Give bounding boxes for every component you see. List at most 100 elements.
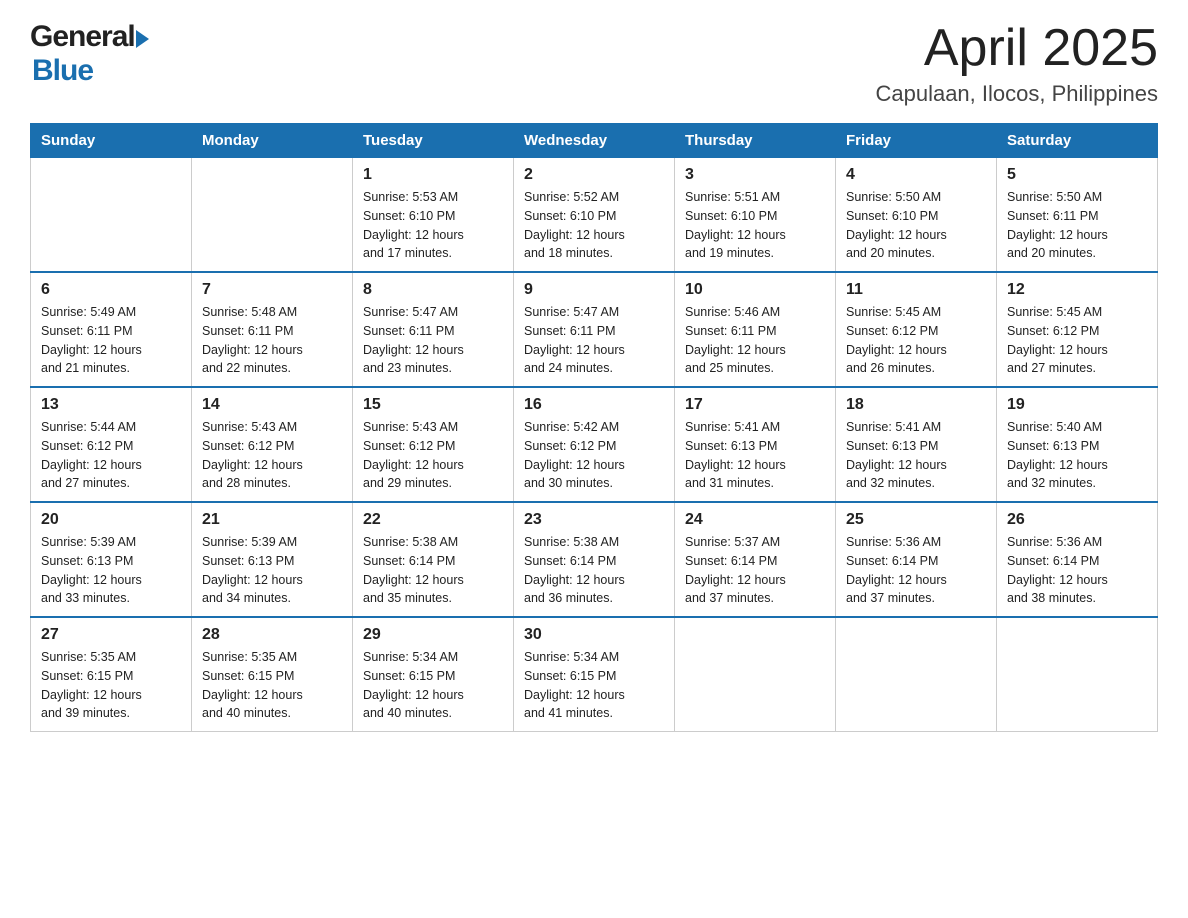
day-info: Sunrise: 5:36 AM Sunset: 6:14 PM Dayligh… bbox=[1007, 533, 1147, 608]
day-number: 22 bbox=[363, 511, 503, 529]
header-sunday: Sunday bbox=[31, 124, 192, 158]
calendar-cell: 11 Sunrise: 5:45 AM Sunset: 6:12 PM Dayli… bbox=[836, 272, 997, 387]
calendar-cell: 4Sunrise: 5:50 AM Sunset: 6:10 PM Daylig… bbox=[836, 158, 997, 273]
page-header: General Blue April 2025 Capulaan, Ilocos… bbox=[30, 20, 1158, 107]
day-info: Sunrise: 5:43 AM Sunset: 6:12 PM Dayligh… bbox=[363, 418, 503, 493]
calendar-cell: 14Sunrise: 5:43 AM Sunset: 6:12 PM Dayli… bbox=[192, 387, 353, 502]
calendar-cell: 20 Sunrise: 5:39 AM Sunset: 6:13 PM Dayli… bbox=[31, 502, 192, 617]
day-number: 9 bbox=[524, 281, 664, 299]
calendar-cell: 8 Sunrise: 5:47 AM Sunset: 6:11 PM Daylig… bbox=[353, 272, 514, 387]
calendar-cell: 13 Sunrise: 5:44 AM Sunset: 6:12 PM Dayli… bbox=[31, 387, 192, 502]
day-number: 28 bbox=[202, 626, 342, 644]
calendar-cell: 23 Sunrise: 5:38 AM Sunset: 6:14 PM Dayli… bbox=[514, 502, 675, 617]
day-info: Sunrise: 5:48 AM Sunset: 6:11 PM Dayligh… bbox=[202, 303, 342, 378]
day-number: 20 bbox=[41, 511, 181, 529]
day-number: 1 bbox=[363, 166, 503, 184]
day-number: 11 bbox=[846, 281, 986, 299]
calendar-week-row: 27 Sunrise: 5:35 AM Sunset: 6:15 PM Dayli… bbox=[31, 617, 1158, 732]
title-section: April 2025 Capulaan, Ilocos, Philippines bbox=[875, 20, 1158, 107]
day-info: Sunrise: 5:39 AM Sunset: 6:13 PM Dayligh… bbox=[202, 533, 342, 608]
day-info: Sunrise: 5:35 AM Sunset: 6:15 PM Dayligh… bbox=[202, 648, 342, 723]
day-number: 14 bbox=[202, 396, 342, 414]
day-number: 13 bbox=[41, 396, 181, 414]
logo-blue-text: Blue bbox=[32, 54, 93, 87]
day-info: Sunrise: 5:42 AM Sunset: 6:12 PM Dayligh… bbox=[524, 418, 664, 493]
day-number: 8 bbox=[363, 281, 503, 299]
calendar-cell: 6 Sunrise: 5:49 AM Sunset: 6:11 PM Daylig… bbox=[31, 272, 192, 387]
calendar-cell: 29Sunrise: 5:34 AM Sunset: 6:15 PM Dayli… bbox=[353, 617, 514, 732]
calendar-cell: 25Sunrise: 5:36 AM Sunset: 6:14 PM Dayli… bbox=[836, 502, 997, 617]
calendar-cell: 24Sunrise: 5:37 AM Sunset: 6:14 PM Dayli… bbox=[675, 502, 836, 617]
day-info: Sunrise: 5:53 AM Sunset: 6:10 PM Dayligh… bbox=[363, 188, 503, 263]
day-number: 23 bbox=[524, 511, 664, 529]
calendar-cell: 15 Sunrise: 5:43 AM Sunset: 6:12 PM Dayli… bbox=[353, 387, 514, 502]
calendar-cell: 27 Sunrise: 5:35 AM Sunset: 6:15 PM Dayli… bbox=[31, 617, 192, 732]
day-number: 26 bbox=[1007, 511, 1147, 529]
header-saturday: Saturday bbox=[997, 124, 1158, 158]
day-info: Sunrise: 5:44 AM Sunset: 6:12 PM Dayligh… bbox=[41, 418, 181, 493]
calendar-cell: 22 Sunrise: 5:38 AM Sunset: 6:14 PM Dayli… bbox=[353, 502, 514, 617]
calendar-cell: 28 Sunrise: 5:35 AM Sunset: 6:15 PM Dayli… bbox=[192, 617, 353, 732]
header-monday: Monday bbox=[192, 124, 353, 158]
day-info: Sunrise: 5:50 AM Sunset: 6:11 PM Dayligh… bbox=[1007, 188, 1147, 263]
day-info: Sunrise: 5:41 AM Sunset: 6:13 PM Dayligh… bbox=[685, 418, 825, 493]
calendar-cell: 7 Sunrise: 5:48 AM Sunset: 6:11 PM Daylig… bbox=[192, 272, 353, 387]
day-info: Sunrise: 5:45 AM Sunset: 6:12 PM Dayligh… bbox=[1007, 303, 1147, 378]
day-info: Sunrise: 5:46 AM Sunset: 6:11 PM Dayligh… bbox=[685, 303, 825, 378]
calendar-table: Sunday Monday Tuesday Wednesday Thursday… bbox=[30, 123, 1158, 732]
header-thursday: Thursday bbox=[675, 124, 836, 158]
calendar-cell bbox=[997, 617, 1158, 732]
day-number: 25 bbox=[846, 511, 986, 529]
day-number: 18 bbox=[846, 396, 986, 414]
day-number: 6 bbox=[41, 281, 181, 299]
day-number: 10 bbox=[685, 281, 825, 299]
calendar-cell bbox=[192, 158, 353, 273]
day-number: 27 bbox=[41, 626, 181, 644]
calendar-cell: 19Sunrise: 5:40 AM Sunset: 6:13 PM Dayli… bbox=[997, 387, 1158, 502]
calendar-cell bbox=[675, 617, 836, 732]
calendar-week-row: 6 Sunrise: 5:49 AM Sunset: 6:11 PM Daylig… bbox=[31, 272, 1158, 387]
calendar-cell: 18 Sunrise: 5:41 AM Sunset: 6:13 PM Dayli… bbox=[836, 387, 997, 502]
header-friday: Friday bbox=[836, 124, 997, 158]
calendar-cell: 12 Sunrise: 5:45 AM Sunset: 6:12 PM Dayli… bbox=[997, 272, 1158, 387]
calendar-cell bbox=[836, 617, 997, 732]
day-info: Sunrise: 5:49 AM Sunset: 6:11 PM Dayligh… bbox=[41, 303, 181, 378]
logo-general-text: General bbox=[30, 20, 135, 54]
calendar-cell: 2 Sunrise: 5:52 AM Sunset: 6:10 PM Daylig… bbox=[514, 158, 675, 273]
day-info: Sunrise: 5:38 AM Sunset: 6:14 PM Dayligh… bbox=[524, 533, 664, 608]
day-info: Sunrise: 5:35 AM Sunset: 6:15 PM Dayligh… bbox=[41, 648, 181, 723]
day-info: Sunrise: 5:45 AM Sunset: 6:12 PM Dayligh… bbox=[846, 303, 986, 378]
day-number: 30 bbox=[524, 626, 664, 644]
calendar-cell: 30Sunrise: 5:34 AM Sunset: 6:15 PM Dayli… bbox=[514, 617, 675, 732]
day-info: Sunrise: 5:39 AM Sunset: 6:13 PM Dayligh… bbox=[41, 533, 181, 608]
calendar-cell: 10 Sunrise: 5:46 AM Sunset: 6:11 PM Dayli… bbox=[675, 272, 836, 387]
calendar-week-row: 1 Sunrise: 5:53 AM Sunset: 6:10 PM Daylig… bbox=[31, 158, 1158, 273]
calendar-cell: 16Sunrise: 5:42 AM Sunset: 6:12 PM Dayli… bbox=[514, 387, 675, 502]
calendar-header-row: Sunday Monday Tuesday Wednesday Thursday… bbox=[31, 124, 1158, 158]
calendar-cell: 3 Sunrise: 5:51 AM Sunset: 6:10 PM Daylig… bbox=[675, 158, 836, 273]
day-info: Sunrise: 5:52 AM Sunset: 6:10 PM Dayligh… bbox=[524, 188, 664, 263]
day-number: 29 bbox=[363, 626, 503, 644]
calendar-cell: 5 Sunrise: 5:50 AM Sunset: 6:11 PM Daylig… bbox=[997, 158, 1158, 273]
day-number: 15 bbox=[363, 396, 503, 414]
calendar-week-row: 20 Sunrise: 5:39 AM Sunset: 6:13 PM Dayli… bbox=[31, 502, 1158, 617]
day-number: 3 bbox=[685, 166, 825, 184]
day-number: 19 bbox=[1007, 396, 1147, 414]
day-info: Sunrise: 5:37 AM Sunset: 6:14 PM Dayligh… bbox=[685, 533, 825, 608]
calendar-cell bbox=[31, 158, 192, 273]
day-number: 5 bbox=[1007, 166, 1147, 184]
day-number: 17 bbox=[685, 396, 825, 414]
day-info: Sunrise: 5:38 AM Sunset: 6:14 PM Dayligh… bbox=[363, 533, 503, 608]
day-info: Sunrise: 5:47 AM Sunset: 6:11 PM Dayligh… bbox=[363, 303, 503, 378]
calendar-cell: 17 Sunrise: 5:41 AM Sunset: 6:13 PM Dayli… bbox=[675, 387, 836, 502]
day-number: 7 bbox=[202, 281, 342, 299]
location-subtitle: Capulaan, Ilocos, Philippines bbox=[875, 81, 1158, 107]
calendar-cell: 21Sunrise: 5:39 AM Sunset: 6:13 PM Dayli… bbox=[192, 502, 353, 617]
day-info: Sunrise: 5:51 AM Sunset: 6:10 PM Dayligh… bbox=[685, 188, 825, 263]
calendar-week-row: 13 Sunrise: 5:44 AM Sunset: 6:12 PM Dayli… bbox=[31, 387, 1158, 502]
day-number: 2 bbox=[524, 166, 664, 184]
calendar-cell: 26 Sunrise: 5:36 AM Sunset: 6:14 PM Dayli… bbox=[997, 502, 1158, 617]
day-info: Sunrise: 5:50 AM Sunset: 6:10 PM Dayligh… bbox=[846, 188, 986, 263]
day-info: Sunrise: 5:41 AM Sunset: 6:13 PM Dayligh… bbox=[846, 418, 986, 493]
day-number: 12 bbox=[1007, 281, 1147, 299]
